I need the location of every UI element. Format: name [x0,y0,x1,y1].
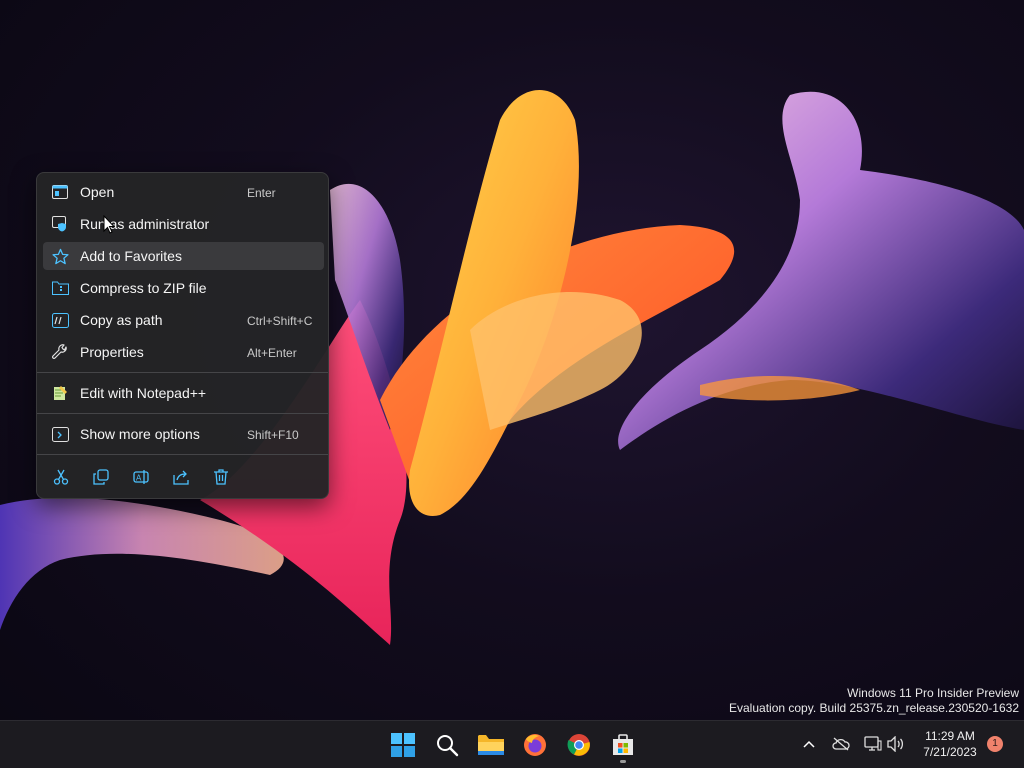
file-explorer-icon [478,735,504,755]
menu-item-show-more-options[interactable]: Show more options Shift+F10 [43,420,324,448]
svg-text:A: A [136,474,142,483]
menu-item-shortcut: Enter [247,186,276,200]
menu-item-run-as-administrator[interactable]: Run as administrator [43,210,324,238]
chrome-button[interactable] [559,725,599,765]
running-indicator [620,760,626,763]
chrome-icon [567,734,590,756]
rename-icon[interactable]: A [125,463,157,491]
firefox-button[interactable] [515,725,555,765]
search-button[interactable] [427,725,467,765]
open-window-icon [51,183,69,201]
watermark-line-1: Windows 11 Pro Insider Preview [847,686,1019,700]
watermark-line-2: Evaluation copy. Build 25375.zn_release.… [729,701,1019,715]
menu-item-shortcut: Ctrl+Shift+C [247,314,313,328]
menu-item-label: Copy as path [80,312,163,328]
microsoft-store-icon [613,734,633,755]
menu-item-label: Edit with Notepad++ [80,385,207,401]
menu-item-label: Open [80,184,115,200]
menu-item-label: Show more options [80,426,200,442]
notepad-plus-plus-icon [51,384,69,402]
cut-icon[interactable] [45,463,77,491]
volume-icon [887,736,904,752]
menu-item-compress-to-zip[interactable]: Compress to ZIP file [43,274,324,302]
desktop[interactable]: Open Enter Run as administrator Add to F… [0,0,1024,720]
zip-icon [51,279,69,297]
start-button[interactable] [383,725,423,765]
cloud-offline-icon [832,737,850,751]
shield-icon [51,215,69,233]
clock-date: 7/21/2023 [923,745,977,759]
menu-separator [37,413,328,414]
menu-item-shortcut: Shift+F10 [247,428,299,442]
notification-badge[interactable]: 1 [987,736,1003,752]
menu-item-copy-as-path[interactable]: Copy as path Ctrl+Shift+C [43,306,324,334]
star-icon [51,247,69,265]
menu-item-add-to-favorites[interactable]: Add to Favorites [43,242,324,270]
menu-separator [37,454,328,455]
windows-watermark: Windows 11 Pro Insider Preview Evaluatio… [729,686,1019,716]
onedrive-button[interactable] [828,731,854,757]
show-hidden-icons-button[interactable] [796,731,822,757]
menu-item-label: Compress to ZIP file [80,280,207,296]
volume-button[interactable] [883,731,909,757]
taskbar-clock[interactable]: 11:29 AM 7/21/2023 [912,728,988,760]
menu-item-properties[interactable]: Properties Alt+Enter [43,338,324,366]
file-explorer-button[interactable] [471,725,511,765]
microsoft-store-button[interactable] [603,725,643,765]
taskbar: 11:29 AM 7/21/2023 [0,720,1024,768]
menu-item-label: Add to Favorites [80,248,182,264]
menu-item-shortcut: Alt+Enter [247,346,297,360]
menu-item-label: Run as administrator [80,216,210,232]
clock-time: 11:29 AM [925,729,975,743]
copy-icon[interactable] [85,463,117,491]
more-options-icon [51,425,69,443]
chevron-up-icon [803,740,815,748]
menu-action-bar: A [43,463,324,491]
share-icon[interactable] [165,463,197,491]
menu-separator [37,372,328,373]
search-icon [437,735,459,757]
wrench-icon [51,343,69,361]
menu-item-open[interactable]: Open Enter [43,178,324,206]
copy-path-icon [51,311,69,329]
delete-icon[interactable] [205,463,237,491]
network-icon [864,736,882,751]
menu-item-label: Properties [80,344,144,360]
menu-item-edit-with-notepad-plus-plus[interactable]: Edit with Notepad++ [43,379,324,407]
context-menu: Open Enter Run as administrator Add to F… [36,172,329,499]
firefox-icon [524,734,546,756]
start-icon [391,733,415,757]
mouse-cursor [103,215,115,234]
